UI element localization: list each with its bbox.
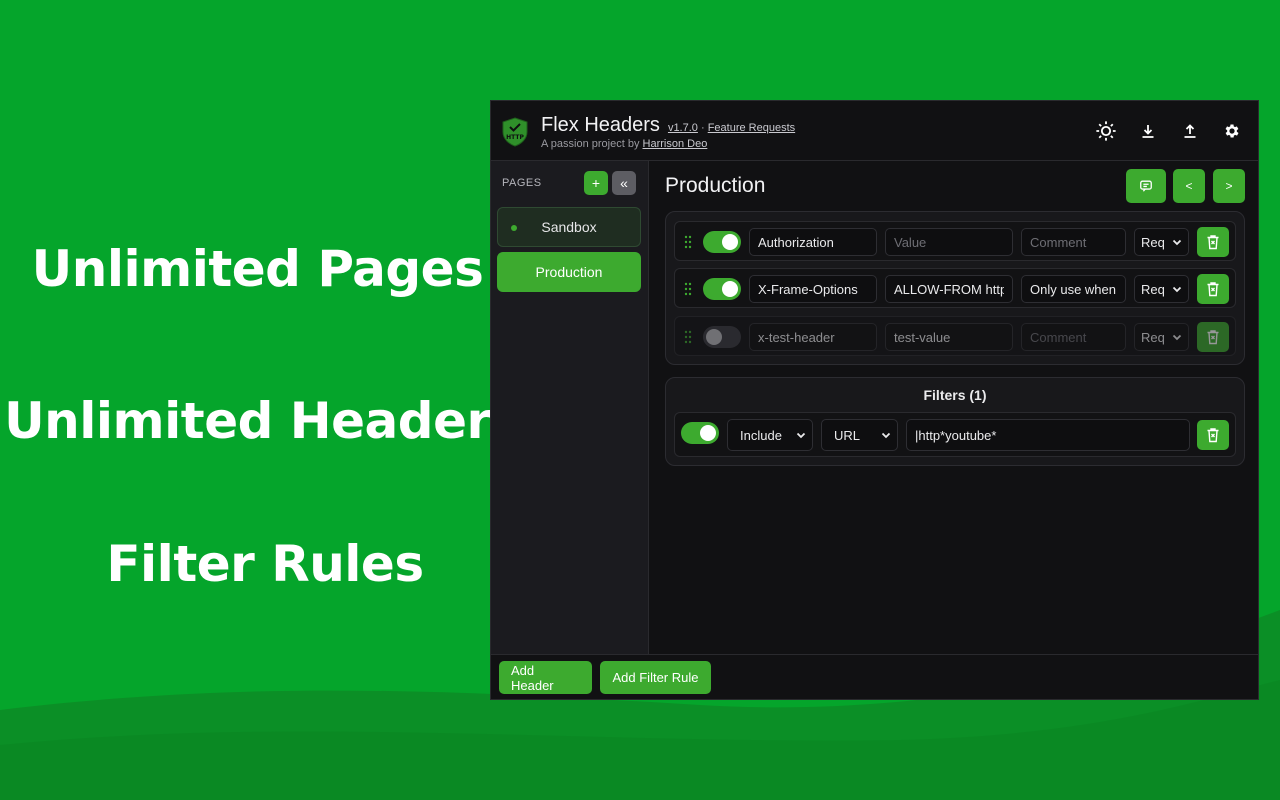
sidebar-item-label: Sandbox <box>541 219 597 235</box>
header-type-value: Req <box>1141 329 1165 345</box>
subtitle-prefix: A passion project by <box>541 138 640 150</box>
headers-panel: Req Req <box>665 211 1245 365</box>
header-comment-input[interactable] <box>1021 275 1126 303</box>
next-page-button[interactable]: > <box>1213 169 1245 203</box>
chevron-down-icon <box>1172 239 1182 246</box>
version-link[interactable]: v1.7.0 <box>668 122 698 134</box>
filters-panel: Filters (1) Include URL <box>665 377 1245 466</box>
header-comment-input[interactable] <box>1021 323 1126 351</box>
header-row: Req <box>674 268 1236 308</box>
delete-filter-button[interactable] <box>1197 420 1229 450</box>
theme-toggle-button[interactable] <box>1094 119 1118 143</box>
author-link[interactable]: Harrison Deo <box>643 138 708 150</box>
header-enabled-toggle[interactable] <box>703 231 741 253</box>
delete-header-button[interactable] <box>1197 274 1229 304</box>
delete-header-button[interactable] <box>1197 227 1229 257</box>
collapse-sidebar-button[interactable]: « <box>612 171 636 195</box>
header-name-input[interactable] <box>749 275 877 303</box>
settings-button[interactable] <box>1220 119 1244 143</box>
header-row: Req <box>674 316 1236 356</box>
filters-title: Filters (1) <box>923 387 987 403</box>
header-value-input[interactable] <box>885 228 1013 256</box>
chevron-down-icon <box>1172 286 1182 293</box>
app-window: HTTP Flex Headers v1.7.0 · Feature Reque… <box>490 100 1259 700</box>
import-button[interactable] <box>1178 119 1202 143</box>
drag-handle-icon[interactable] <box>683 235 693 249</box>
trash-icon <box>1207 282 1219 297</box>
svg-text:HTTP: HTTP <box>506 134 524 141</box>
delete-header-button[interactable] <box>1197 322 1229 352</box>
header-type-value: Req <box>1141 281 1165 297</box>
filter-pattern-input[interactable] <box>906 419 1190 451</box>
chevron-down-icon <box>796 432 806 439</box>
drag-handle-icon[interactable] <box>683 330 693 344</box>
pages-label: PAGES <box>502 177 542 189</box>
add-page-button[interactable]: + <box>584 171 608 195</box>
feature-requests-link[interactable]: Feature Requests <box>708 122 795 134</box>
header-type-value: Req <box>1141 234 1165 250</box>
sidebar-item-production[interactable]: Production <box>497 252 641 292</box>
title-block: Flex Headers v1.7.0 · Feature Requests A… <box>541 114 795 150</box>
header-row: Req <box>674 221 1236 261</box>
promo-filter-rules: Filter Rules <box>106 535 424 593</box>
sidebar-item-sandbox[interactable]: Sandbox <box>497 207 641 247</box>
subtitle: A passion project by Harrison Deo <box>541 138 795 150</box>
header-value-input[interactable] <box>885 323 1013 351</box>
header-value-input[interactable] <box>885 275 1013 303</box>
active-dot-icon <box>511 225 517 231</box>
previous-page-button[interactable]: < <box>1173 169 1205 203</box>
sun-icon <box>1096 121 1116 141</box>
trash-icon <box>1207 428 1219 443</box>
add-filter-rule-button[interactable]: Add Filter Rule <box>600 661 711 694</box>
filter-row: Include URL <box>674 412 1236 457</box>
shield-logo-icon: HTTP <box>502 117 528 147</box>
comment-icon <box>1140 180 1152 192</box>
filter-target-select[interactable]: URL <box>821 419 898 451</box>
filter-mode-value: Include <box>740 427 782 443</box>
upload-icon <box>1184 124 1196 138</box>
chevron-down-icon <box>1172 334 1182 341</box>
header-name-input[interactable] <box>749 228 877 256</box>
meta-separator: · <box>700 122 705 134</box>
drag-handle-icon[interactable] <box>683 282 693 296</box>
header-name-input[interactable] <box>749 323 877 351</box>
header-type-select[interactable]: Req <box>1134 323 1189 351</box>
main-content: Production < > Req <box>649 161 1258 654</box>
header-enabled-toggle[interactable] <box>703 326 741 348</box>
toggle-comments-button[interactable] <box>1126 169 1166 203</box>
header-actions <box>1094 119 1244 143</box>
app-title: Flex Headers <box>541 114 660 136</box>
filter-target-value: URL <box>834 427 861 443</box>
filter-enabled-toggle[interactable] <box>681 422 719 444</box>
promo-unlimited-headers: Unlimited Headers <box>4 392 520 450</box>
footer-bar: Add Header Add Filter Rule <box>491 654 1258 699</box>
sidebar-item-label: Production <box>535 264 603 280</box>
chevron-down-icon <box>881 432 891 439</box>
promo-unlimited-pages: Unlimited Pages <box>31 240 484 298</box>
header-comment-input[interactable] <box>1021 228 1126 256</box>
filter-mode-select[interactable]: Include <box>727 419 813 451</box>
header-enabled-toggle[interactable] <box>703 278 741 300</box>
add-header-button[interactable]: Add Header <box>499 661 592 694</box>
pages-sidebar: PAGES + « Sandbox Production <box>491 161 649 654</box>
page-title: Production <box>665 174 766 197</box>
header-type-select[interactable]: Req <box>1134 275 1189 303</box>
download-icon <box>1142 125 1154 138</box>
gear-icon <box>1225 124 1239 138</box>
trash-icon <box>1207 330 1219 345</box>
trash-icon <box>1207 235 1219 250</box>
app-header: HTTP Flex Headers v1.7.0 · Feature Reque… <box>491 101 1258 161</box>
export-button[interactable] <box>1136 119 1160 143</box>
header-type-select[interactable]: Req <box>1134 228 1189 256</box>
version-meta: v1.7.0 · Feature Requests <box>668 122 795 134</box>
